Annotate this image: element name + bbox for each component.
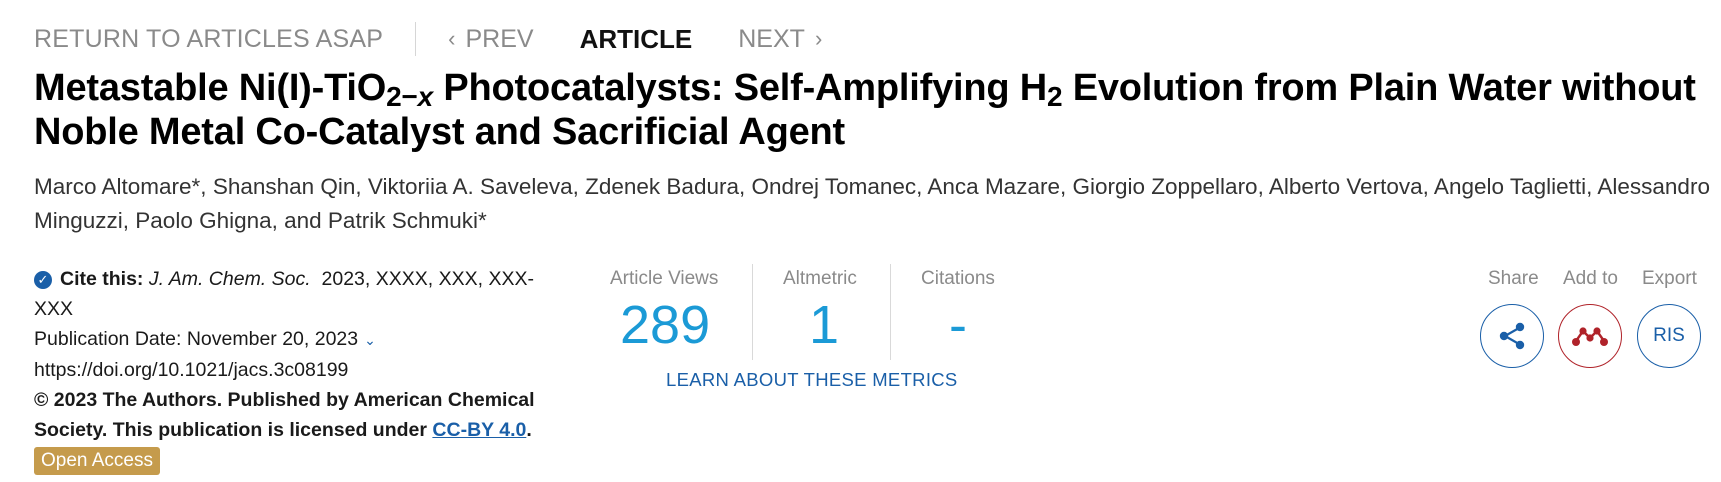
citations-metric: Citations - xyxy=(890,264,1040,360)
current-article-label: ARTICLE xyxy=(579,23,693,54)
chevron-right-icon: › xyxy=(814,26,823,51)
title-subscript-1-var: x xyxy=(417,81,434,112)
mendeley-icon xyxy=(1572,327,1608,346)
article-title: Metastable Ni(I)-TiO2−x Photocatalysts: … xyxy=(34,66,1714,154)
ris-label: RIS xyxy=(1653,325,1685,346)
article-nav: RETURN TO ARTICLES ASAP ‹ PREV ARTICLE N… xyxy=(34,22,822,56)
checkmark-icon: ✓ xyxy=(34,271,52,289)
metrics-panel: Article Views 289 Altmetric 1 Citations … xyxy=(595,264,1040,360)
copyright-notice: © 2023 The Authors. Published by America… xyxy=(34,385,554,445)
cite-label: Cite this: xyxy=(60,268,144,290)
nav-divider xyxy=(415,22,417,56)
altmetric-value: 1 xyxy=(809,295,840,355)
learn-metrics-link[interactable]: LEARN ABOUT THESE METRICS xyxy=(666,369,958,391)
title-part-2: Photocatalysts: Self-Amplifying H xyxy=(433,67,1047,109)
license-link[interactable]: CC-BY 4.0 xyxy=(432,419,526,441)
next-article-link[interactable]: NEXT › xyxy=(738,25,822,54)
return-to-articles-link[interactable]: RETURN TO ARTICLES ASAP xyxy=(34,25,383,54)
copyright-period: . xyxy=(526,419,532,441)
export-label: Export xyxy=(1642,268,1697,289)
publication-date-row[interactable]: Publication Date: November 20, 2023 ⌄ xyxy=(34,324,554,355)
title-subscript-2: 2 xyxy=(1046,81,1063,112)
share-label: Share xyxy=(1488,268,1539,289)
publication-date: Publication Date: November 20, 2023 xyxy=(34,328,359,350)
chevron-left-icon: ‹ xyxy=(448,26,456,51)
share-button[interactable] xyxy=(1480,304,1544,368)
chevron-down-icon[interactable]: ⌄ xyxy=(364,332,376,348)
next-label: NEXT xyxy=(738,24,805,53)
cite-line: ✓ Cite this: J. Am. Chem. Soc. 2023, XXXX… xyxy=(34,264,554,324)
prev-article-link[interactable]: ‹ PREV xyxy=(448,25,533,54)
article-views-value: 289 xyxy=(620,295,711,355)
title-part-1: Metastable Ni(I)-TiO xyxy=(34,67,387,109)
author-list[interactable]: Marco Altomare*, Shanshan Qin, Viktoriia… xyxy=(34,170,1721,238)
title-subscript-1: 2−x xyxy=(386,81,433,112)
share-icon xyxy=(1499,322,1525,350)
add-to-label: Add to xyxy=(1563,268,1618,289)
altmetric-label: Altmetric xyxy=(783,268,857,289)
add-to-mendeley-button[interactable] xyxy=(1558,304,1622,368)
article-views-metric: Article Views 289 xyxy=(595,264,752,360)
citations-value: - xyxy=(949,295,967,355)
doi-link[interactable]: https://doi.org/10.1021/jacs.3c08199 xyxy=(34,355,554,385)
export-ris-button[interactable]: RIS xyxy=(1637,304,1701,368)
prev-label: PREV xyxy=(465,24,534,53)
altmetric-metric[interactable]: Altmetric 1 xyxy=(752,264,890,360)
title-subscript-1-num: 2− xyxy=(386,81,418,112)
citations-label: Citations xyxy=(921,268,995,289)
article-views-label: Article Views xyxy=(610,268,719,289)
citation-block: ✓ Cite this: J. Am. Chem. Soc. 2023, XXXX… xyxy=(34,264,554,475)
journal-name: J. Am. Chem. Soc. xyxy=(148,268,311,290)
open-access-badge: Open Access xyxy=(34,447,160,475)
